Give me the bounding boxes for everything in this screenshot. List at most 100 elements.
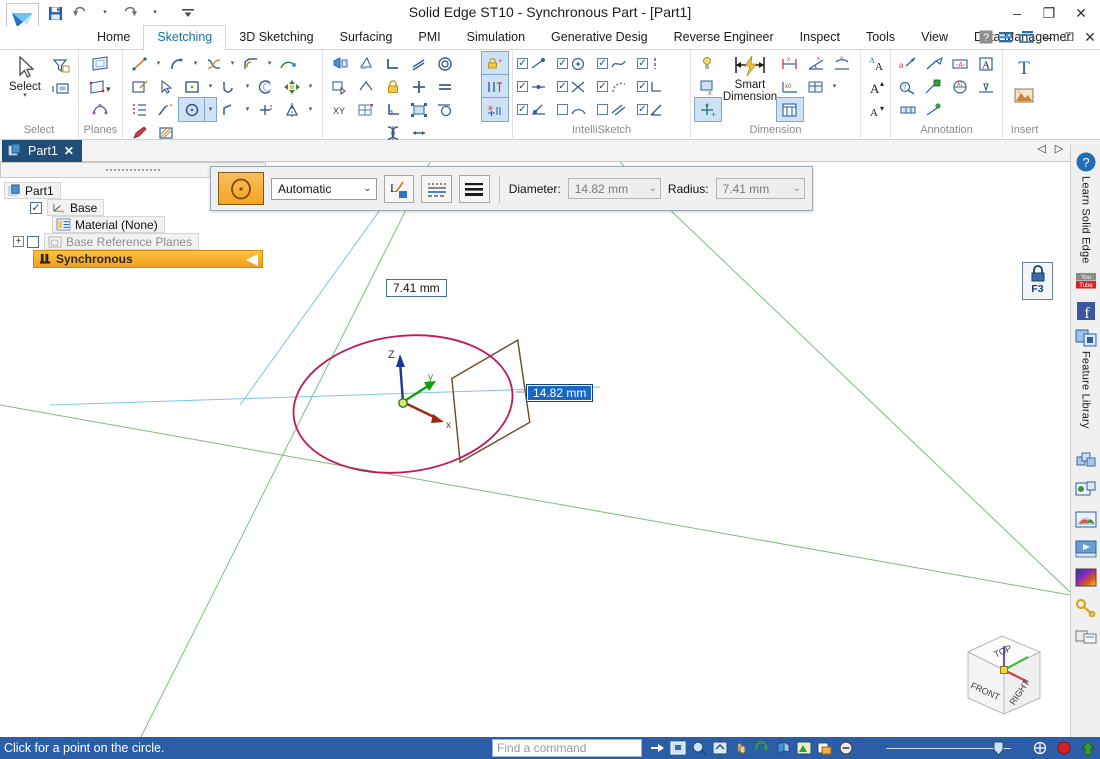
move-tool-icon[interactable] <box>279 75 305 98</box>
diameter-chevron-down-icon[interactable]: ⌄ <box>649 183 657 194</box>
window-maximize-button[interactable]: ❐ <box>1034 1 1064 25</box>
ribbon-tab-inspect[interactable]: Inspect <box>787 26 853 49</box>
layers-button[interactable] <box>1071 510 1100 530</box>
zoom-out-icon[interactable] <box>837 739 855 757</box>
tangent-relation-icon[interactable] <box>432 98 458 121</box>
intellisketch-point-on-element[interactable] <box>517 98 557 121</box>
document-tab-close-icon[interactable]: ✕ <box>64 144 74 158</box>
rectangle-dropdown-caret-icon[interactable]: ▾ <box>205 75 216 98</box>
checkbox-tangent[interactable] <box>597 81 608 92</box>
pan-icon[interactable] <box>732 739 750 757</box>
look-at-face-icon[interactable] <box>774 739 792 757</box>
record-icon[interactable] <box>1055 739 1073 757</box>
window-minimize-button[interactable]: – <box>1002 1 1032 25</box>
relation-handles-icon[interactable] <box>353 52 379 75</box>
arc-tool-icon[interactable] <box>164 52 190 75</box>
parallel-relation-icon[interactable] <box>406 52 432 75</box>
dimension-display-icon[interactable]: x <box>695 75 721 98</box>
ribbon-close-button[interactable]: ✕ <box>1082 28 1098 46</box>
fillet-dropdown-caret-icon[interactable]: ▾ <box>264 52 275 75</box>
feature-library-button[interactable]: Feature Library <box>1071 328 1100 437</box>
intellisketch-center-point[interactable] <box>557 52 597 75</box>
shade-icon[interactable] <box>816 739 834 757</box>
edge-condition-icon[interactable] <box>921 98 947 121</box>
circle-mode-select[interactable]: Automatic ⌄ <box>271 178 377 200</box>
dimension-table-icon[interactable] <box>777 98 803 121</box>
ribbon-tab-surfacing[interactable]: Surfacing <box>327 26 406 49</box>
symmetric-diameter-icon[interactable]: x <box>829 52 855 75</box>
find-command-input[interactable]: Find a command <box>492 739 642 757</box>
synchronous-band[interactable]: Synchronous <box>33 250 263 268</box>
trim-tool-icon[interactable] <box>127 98 153 121</box>
select-dropdown-caret-icon[interactable]: ▾ <box>23 93 27 99</box>
perpendicular-relation-icon[interactable] <box>380 98 406 121</box>
checkbox-vertical[interactable] <box>637 58 648 69</box>
coordinate-dimension-icon[interactable]: x0 <box>777 75 803 98</box>
tangent-arc-caret-icon[interactable]: ▾ <box>242 75 253 98</box>
line-tool-icon[interactable] <box>127 52 153 75</box>
tangent-arc-icon[interactable] <box>216 75 242 98</box>
include-geometry-icon[interactable] <box>127 75 153 98</box>
color-manager-button[interactable] <box>1071 568 1100 588</box>
feature-control-frame-icon[interactable] <box>895 98 921 121</box>
ribbon-collapse-icon[interactable] <box>1019 30 1035 44</box>
ribbon-tab-sketching[interactable]: Sketching <box>143 25 226 50</box>
chamfer-caret-icon[interactable]: ▾ <box>242 98 253 121</box>
pathfinder-reference-planes-node[interactable]: Base Reference Planes <box>44 233 199 250</box>
parallel-plane-icon[interactable]: ▾ <box>83 75 117 98</box>
leader-annotation-icon[interactable]: a <box>895 52 921 75</box>
select-all-icon[interactable] <box>48 77 74 100</box>
radius-chevron-down-icon[interactable]: ⌄ <box>793 183 801 194</box>
pathfinder-material-node[interactable]: Material (None) <box>52 216 165 233</box>
balloon-icon[interactable] <box>921 52 947 75</box>
zoom-area-icon[interactable] <box>690 739 708 757</box>
intellisketch-intersection[interactable] <box>557 75 597 98</box>
datum-target-icon[interactable]: A1 <box>947 75 973 98</box>
up-arrow-icon[interactable] <box>1079 739 1097 757</box>
horizontal-vertical-relation-icon[interactable] <box>406 75 432 98</box>
fillet-tool-icon[interactable] <box>238 52 264 75</box>
mirror-tool-icon[interactable] <box>279 98 305 121</box>
ribbon-tab-simulation[interactable]: Simulation <box>454 26 538 49</box>
select-filter-icon[interactable] <box>48 54 74 77</box>
circle-by-center-point-icon[interactable] <box>179 98 205 121</box>
pathfinder-reference-planes-checkbox[interactable] <box>27 236 39 248</box>
youtube-button[interactable]: You Tube <box>1071 272 1100 290</box>
chevron-down-icon[interactable]: ⌄ <box>363 183 371 194</box>
mirror-caret-icon[interactable]: ▾ <box>305 98 316 121</box>
tab-nav-next-icon[interactable]: ▷ <box>1055 142 1063 155</box>
connect-relation-icon[interactable] <box>380 52 406 75</box>
pathfinder-base-node[interactable]: x Base <box>47 199 104 216</box>
intellisketch-midpoint[interactable] <box>517 75 557 98</box>
feature-callout-icon[interactable]: -A- <box>947 52 973 75</box>
curve-dropdown-caret-icon[interactable]: ▾ <box>227 52 238 75</box>
checkbox-parallel[interactable] <box>597 104 608 115</box>
intellisketch-angle[interactable] <box>637 98 667 121</box>
lock-relation-icon[interactable] <box>380 75 406 98</box>
auto-dimension-table-icon[interactable] <box>803 75 829 98</box>
weld-symbol-icon[interactable] <box>921 75 947 98</box>
intellisketch-endpoint[interactable] <box>517 52 557 75</box>
auto-dimension-icon[interactable]: + <box>482 52 508 75</box>
zoom-slider-handle[interactable] <box>993 741 1004 756</box>
checkbox-curve-point[interactable] <box>597 58 608 69</box>
pathfinder-row-synchronous[interactable]: Synchronous <box>0 250 266 267</box>
rectangle-tool-icon[interactable] <box>179 75 205 98</box>
go-arrow-icon[interactable] <box>648 739 666 757</box>
insert-image-icon[interactable] <box>1007 82 1041 110</box>
checkbox-point-on-element[interactable] <box>517 104 528 115</box>
select-tool-icon[interactable] <box>1031 739 1049 757</box>
circle-dropdown-caret-icon[interactable]: ▾ <box>205 98 216 121</box>
smart-dimension-button[interactable]: SmartDimension <box>719 52 781 121</box>
checkbox-angle[interactable] <box>637 104 648 115</box>
insert-text-icon[interactable]: T <box>1007 52 1041 82</box>
checkbox-center-point[interactable] <box>557 58 568 69</box>
pathfinder-base-checkbox[interactable] <box>30 202 42 214</box>
dimension-style-icon[interactable] <box>695 52 721 75</box>
curve-tool-icon[interactable] <box>201 52 227 75</box>
intellisketch-silhouette[interactable] <box>557 98 597 121</box>
ribbon-tab-generative-design[interactable]: Generative Desig <box>538 26 661 49</box>
line-width-button[interactable] <box>459 175 490 203</box>
view-cube[interactable]: TOP FRONT RIGHT <box>952 624 1052 727</box>
rigid-set-icon[interactable] <box>406 98 432 121</box>
